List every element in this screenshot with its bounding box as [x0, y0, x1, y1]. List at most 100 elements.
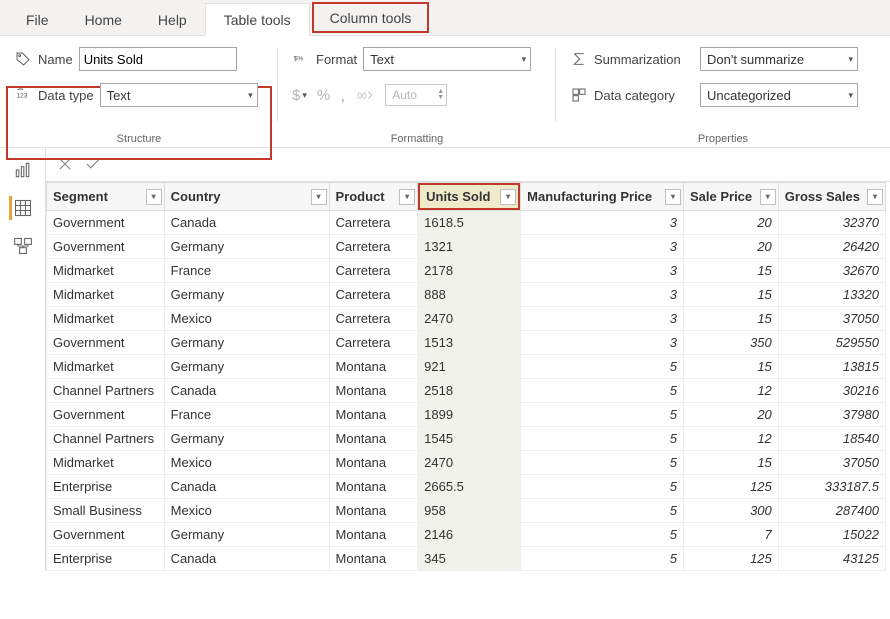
formula-input[interactable]: [112, 154, 890, 176]
format-select[interactable]: Text ▾: [363, 47, 531, 71]
tab-file[interactable]: File: [8, 4, 67, 35]
cell-sale: 12: [683, 379, 778, 403]
table-row[interactable]: GovernmentGermanyCarretera15133350529550: [47, 331, 886, 355]
spinner-value: Auto: [392, 88, 417, 102]
table-row[interactable]: Channel PartnersCanadaMontana25185123021…: [47, 379, 886, 403]
filter-icon[interactable]: ▾: [500, 189, 516, 205]
cell-gross: 333187.5: [778, 475, 885, 499]
cell-country: Germany: [164, 283, 329, 307]
cell-mfg: 3: [521, 211, 684, 235]
table-row[interactable]: GovernmentGermanyCarretera132132026420: [47, 235, 886, 259]
table-row[interactable]: GovernmentCanadaCarretera1618.532032370: [47, 211, 886, 235]
filter-icon[interactable]: ▾: [399, 189, 415, 205]
cell-gross: 37050: [778, 451, 885, 475]
model-view-icon[interactable]: [11, 234, 35, 258]
svg-text:.00: .00: [355, 90, 367, 100]
table-row[interactable]: MidmarketGermanyMontana92151513815: [47, 355, 886, 379]
currency-button[interactable]: $▾: [292, 87, 307, 104]
name-label: Name: [38, 52, 73, 67]
cell-units: 2665.5: [418, 475, 521, 499]
filter-icon[interactable]: ▾: [146, 189, 162, 205]
data-category-select[interactable]: Uncategorized ▾: [700, 83, 858, 107]
cell-country: Mexico: [164, 307, 329, 331]
col-header-product[interactable]: Product▾: [329, 183, 418, 211]
cell-gross: 18540: [778, 427, 885, 451]
cell-segment: Government: [47, 403, 165, 427]
format-value: Text: [370, 52, 394, 67]
cell-country: Germany: [164, 355, 329, 379]
cell-mfg: 3: [521, 331, 684, 355]
cell-segment: Government: [47, 523, 165, 547]
category-icon: [570, 86, 588, 104]
svg-text:123: 123: [16, 93, 27, 100]
data-category-value: Uncategorized: [707, 88, 791, 103]
cell-gross: 529550: [778, 331, 885, 355]
table-row[interactable]: MidmarketGermanyCarretera88831513320: [47, 283, 886, 307]
cell-mfg: 5: [521, 451, 684, 475]
cell-gross: 37050: [778, 307, 885, 331]
col-header-gross[interactable]: Gross Sales▾: [778, 183, 885, 211]
filter-icon[interactable]: ▾: [867, 189, 883, 205]
table-row[interactable]: GovernmentGermanyMontana21465715022: [47, 523, 886, 547]
format-icon: $%: [292, 50, 310, 68]
table-row[interactable]: MidmarketMexicoMontana247051537050: [47, 451, 886, 475]
cell-gross: 15022: [778, 523, 885, 547]
table-row[interactable]: MidmarketMexicoCarretera247031537050: [47, 307, 886, 331]
col-header-country[interactable]: Country▾: [164, 183, 329, 211]
table-row[interactable]: MidmarketFranceCarretera217831532670: [47, 259, 886, 283]
cell-gross: 30216: [778, 379, 885, 403]
cell-product: Carretera: [329, 283, 418, 307]
commit-icon[interactable]: [84, 155, 104, 175]
tab-column-tools[interactable]: Column tools: [312, 2, 430, 33]
table-row[interactable]: EnterpriseCanadaMontana2665.55125333187.…: [47, 475, 886, 499]
data-grid: Segment▾ Country▾ Product▾ Units Sold▾ M…: [46, 182, 886, 571]
table-row[interactable]: EnterpriseCanadaMontana345512543125: [47, 547, 886, 571]
decimal-places-spinner[interactable]: Auto ▲▼: [385, 84, 447, 106]
tab-table-tools[interactable]: Table tools: [205, 3, 310, 36]
col-header-mfg[interactable]: Manufacturing Price▾: [521, 183, 684, 211]
cell-country: France: [164, 259, 329, 283]
filter-icon[interactable]: ▾: [760, 189, 776, 205]
cell-product: Montana: [329, 379, 418, 403]
cell-product: Montana: [329, 547, 418, 571]
cell-sale: 15: [683, 283, 778, 307]
name-input[interactable]: [79, 47, 237, 71]
cell-mfg: 3: [521, 307, 684, 331]
tab-home[interactable]: Home: [67, 4, 140, 35]
cell-country: Germany: [164, 331, 329, 355]
cell-country: Canada: [164, 475, 329, 499]
cell-country: Canada: [164, 547, 329, 571]
cell-sale: 7: [683, 523, 778, 547]
cancel-icon[interactable]: [56, 155, 76, 175]
report-view-icon[interactable]: [11, 158, 35, 182]
tab-help[interactable]: Help: [140, 4, 205, 35]
col-header-units[interactable]: Units Sold▾: [418, 183, 521, 211]
col-header-sale[interactable]: Sale Price▾: [683, 183, 778, 211]
table-row[interactable]: GovernmentFranceMontana189952037980: [47, 403, 886, 427]
filter-icon[interactable]: ▾: [665, 189, 681, 205]
table-row[interactable]: Channel PartnersGermanyMontana1545512185…: [47, 427, 886, 451]
thousands-button[interactable]: ,: [340, 85, 345, 106]
data-view-icon[interactable]: [9, 196, 33, 220]
chevron-down-icon: ▾: [848, 54, 853, 65]
percent-button[interactable]: %: [317, 87, 330, 104]
filter-icon[interactable]: ▾: [311, 189, 327, 205]
col-header-segment[interactable]: Segment▾: [47, 183, 165, 211]
cell-mfg: 5: [521, 427, 684, 451]
cell-product: Carretera: [329, 211, 418, 235]
datatype-select[interactable]: Text ▾: [100, 83, 258, 107]
cell-sale: 125: [683, 547, 778, 571]
data-category-label: Data category: [594, 88, 694, 103]
cell-units: 1545: [418, 427, 521, 451]
cell-mfg: 5: [521, 379, 684, 403]
table-row[interactable]: Small BusinessMexicoMontana9585300287400: [47, 499, 886, 523]
group-label-structure: Structure: [14, 129, 264, 145]
cell-product: Carretera: [329, 331, 418, 355]
summarization-select[interactable]: Don't summarize ▾: [700, 47, 858, 71]
cell-gross: 37980: [778, 403, 885, 427]
cell-mfg: 5: [521, 547, 684, 571]
decimal-button[interactable]: .00: [355, 87, 375, 103]
cell-mfg: 3: [521, 235, 684, 259]
cell-country: Germany: [164, 235, 329, 259]
cell-country: France: [164, 403, 329, 427]
